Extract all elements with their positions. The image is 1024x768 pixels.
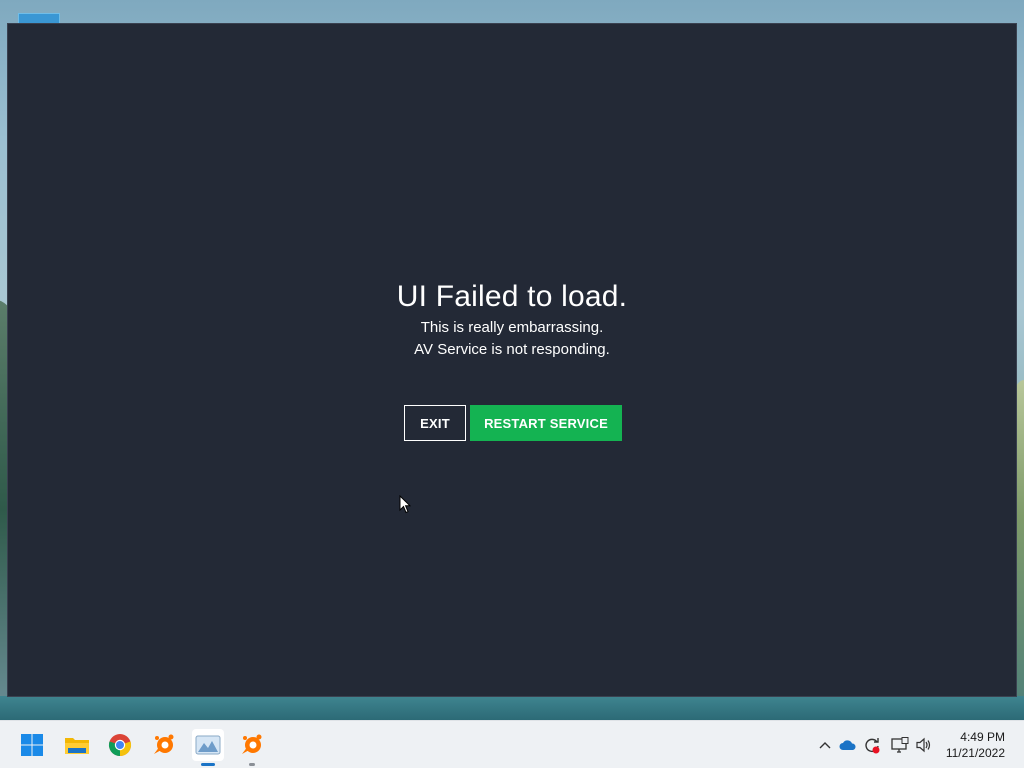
onedrive-icon <box>839 740 856 750</box>
folder-icon <box>65 738 89 754</box>
show-hidden-icons-button[interactable] <box>815 735 835 755</box>
taskbar: 4:49 PM 11/21/2022 <box>0 720 1024 768</box>
clock-date: 11/21/2022 <box>945 746 1005 760</box>
wallpaper-water <box>0 696 1024 720</box>
antivirus-window: UI Failed to load. This is really embarr… <box>7 23 1017 697</box>
avast-ui-button[interactable] <box>236 729 268 766</box>
chrome-button[interactable] <box>104 729 136 761</box>
sync-icon <box>865 738 880 754</box>
button-row: EXIT RESTART SERVICE <box>404 405 622 441</box>
taskbar-clock[interactable]: 4:49 PM 11/21/2022 <box>946 729 1005 761</box>
error-message-line-1: This is really embarrassing. <box>420 319 604 336</box>
avast-button[interactable] <box>148 729 180 761</box>
error-message-line-2: AV Service is not responding. <box>414 341 610 358</box>
file-explorer-button[interactable] <box>61 729 93 761</box>
sync-tray-button[interactable] <box>862 735 882 755</box>
volume-icon <box>916 737 931 753</box>
chevron-up-icon <box>819 742 831 749</box>
avast-icon <box>242 734 262 754</box>
mouse-cursor-icon <box>399 495 411 514</box>
restart-service-button[interactable]: RESTART SERVICE <box>470 405 622 441</box>
photos-icon <box>195 735 221 755</box>
clock-time: 4:49 PM <box>960 730 1005 744</box>
windows-start-icon <box>21 734 43 756</box>
network-icon <box>891 737 909 753</box>
error-title: UI Failed to load. <box>396 280 628 313</box>
volume-tray-button[interactable] <box>914 735 934 755</box>
start-button[interactable] <box>16 729 48 761</box>
error-panel: UI Failed to load. This is really embarr… <box>8 24 1016 696</box>
avast-icon <box>154 734 174 754</box>
onedrive-tray-button[interactable] <box>838 735 858 755</box>
network-tray-button[interactable] <box>890 735 910 755</box>
exit-button[interactable]: EXIT <box>404 405 466 441</box>
chrome-icon <box>108 734 132 757</box>
running-app-indicator <box>249 763 255 766</box>
active-app-indicator <box>201 763 215 766</box>
photos-button[interactable] <box>192 729 224 766</box>
